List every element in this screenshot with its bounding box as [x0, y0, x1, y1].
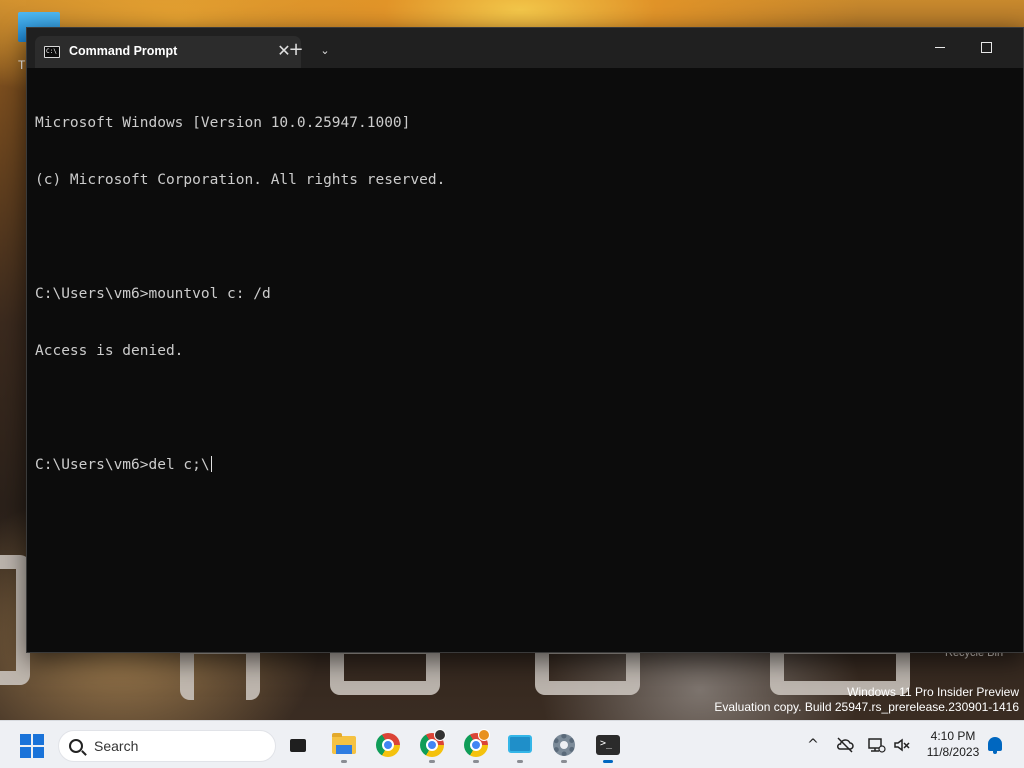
profile-badge-icon [434, 729, 446, 741]
terminal-icon: >_ [596, 735, 620, 755]
running-indicator [517, 760, 523, 763]
windows-watermark: Windows 11 Pro Insider Preview Evaluatio… [714, 685, 1019, 715]
task-view-icon [290, 736, 309, 752]
chrome-button[interactable] [372, 729, 404, 761]
tab-title: Command Prompt [69, 44, 178, 58]
running-indicator [473, 760, 479, 763]
task-view-button[interactable] [282, 729, 314, 761]
console-output[interactable]: Microsoft Windows [Version 10.0.25947.10… [35, 76, 1015, 644]
console-prompt-text: C:\Users\vm6>del c;\ [35, 457, 210, 473]
chevron-up-icon[interactable]: ^ [803, 735, 823, 755]
console-line: (c) Microsoft Corporation. All rights re… [35, 172, 446, 188]
windows-logo-icon [33, 734, 44, 745]
terminal-window: C:\ Command Prompt ✕ + ⌄ Microsoft Windo… [26, 27, 1024, 653]
file-explorer-button[interactable] [328, 729, 360, 763]
watermark-edition: Windows 11 Pro Insider Preview [847, 685, 1019, 699]
title-bar[interactable]: C:\ Command Prompt ✕ + ⌄ [27, 28, 1023, 68]
running-indicator [341, 760, 347, 763]
command-prompt-icon: C:\ [44, 46, 60, 58]
desktop-shortcut-label: T [18, 58, 26, 72]
system-clock[interactable]: 4:10 PM 11/8/2023 [918, 728, 988, 760]
running-indicator [429, 760, 435, 763]
clock-date: 11/8/2023 [926, 745, 980, 759]
minimize-button[interactable] [925, 38, 955, 58]
console-line: Microsoft Windows [Version 10.0.25947.10… [35, 115, 411, 131]
volume-muted-icon[interactable] [892, 735, 912, 755]
cloud-offline-icon[interactable] [835, 735, 855, 755]
touch-keyboard-button[interactable] [504, 729, 536, 763]
chevron-down-icon[interactable]: ⌄ [314, 40, 336, 62]
profile-badge-icon [478, 729, 490, 741]
settings-button[interactable] [548, 729, 580, 763]
new-tab-button[interactable]: + [285, 40, 307, 62]
windows-logo-icon [20, 734, 31, 745]
terminal-button[interactable]: >_ [592, 729, 624, 763]
clock-time: 4:10 PM [930, 729, 976, 743]
console-input-line[interactable]: C:\Users\vm6>del c;\ [35, 456, 1015, 475]
search-icon [69, 739, 83, 753]
chrome-profile-button[interactable] [460, 729, 492, 763]
gear-icon [553, 734, 575, 756]
tab-command-prompt[interactable]: C:\ Command Prompt ✕ [35, 36, 301, 68]
text-cursor [210, 456, 212, 472]
start-button[interactable] [20, 734, 44, 758]
taskbar: Search >_ ^ 4:10 PM 11/8/2023 [0, 720, 1024, 768]
chrome-profile-button[interactable] [416, 729, 448, 763]
running-indicator [561, 760, 567, 763]
watermark-build: Evaluation copy. Build 25947.rs_prerelea… [714, 700, 1019, 714]
windows-logo-icon [20, 747, 31, 758]
running-indicator [603, 760, 613, 763]
notification-bell-icon[interactable] [988, 737, 1002, 754]
folder-icon [332, 733, 356, 754]
search-placeholder: Search [94, 738, 139, 754]
maximize-button[interactable] [971, 38, 1001, 58]
console-line: Access is denied. [35, 343, 184, 359]
windows-logo-icon [33, 747, 44, 758]
chrome-icon [376, 733, 400, 757]
network-icon[interactable] [866, 735, 886, 755]
taskbar-search-box[interactable]: Search [58, 730, 276, 762]
console-line: C:\Users\vm6>mountvol c: /d [35, 286, 271, 302]
keyboard-icon [508, 735, 532, 753]
